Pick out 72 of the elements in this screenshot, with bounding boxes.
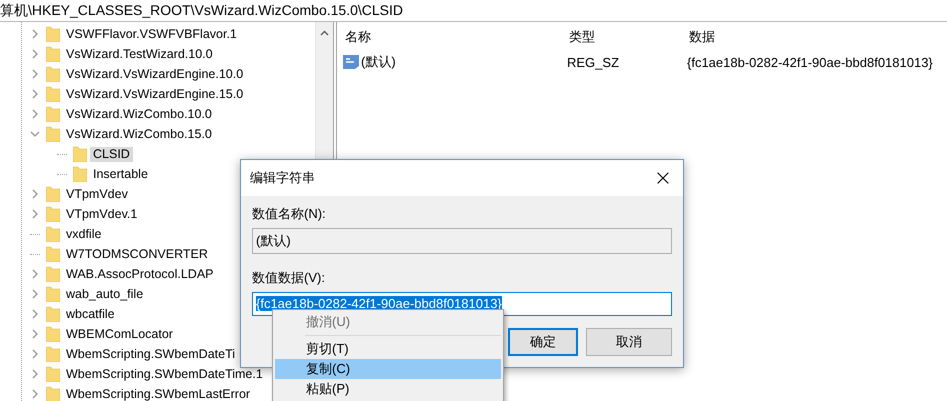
tree-item[interactable]: wab_auto_file — [63, 286, 146, 302]
field-label: 数值名称(N): — [252, 205, 327, 223]
tree-item[interactable]: Insertable — [90, 166, 151, 182]
value-name-field[interactable]: (默认) — [252, 228, 672, 254]
folder-icon — [46, 26, 60, 42]
tree-item[interactable]: VsWizard.VsWizardEngine.15.0 — [63, 86, 246, 102]
folder-icon — [46, 286, 60, 302]
folder-icon — [73, 146, 87, 162]
tree-item[interactable]: wbcatfile — [63, 306, 118, 322]
folder-icon — [46, 86, 60, 102]
folder-icon — [73, 166, 87, 182]
folder-icon — [46, 386, 60, 401]
tree-item[interactable]: W7TODMSCONVERTER — [63, 246, 211, 262]
folder-icon — [46, 126, 60, 142]
menu-item[interactable]: 剪切(T) — [275, 339, 501, 359]
folder-icon — [46, 106, 60, 122]
value-name: (默认) — [361, 53, 396, 71]
folder-icon — [46, 346, 60, 362]
collapse-chevron-icon[interactable] — [30, 129, 40, 139]
folder-icon — [46, 366, 60, 382]
folder-icon — [46, 326, 60, 342]
tree-item[interactable]: VsWizard.WizCombo.15.0 — [63, 126, 215, 142]
tree-item[interactable]: WbemScripting.SWbemDateTi — [63, 346, 238, 362]
folder-icon — [46, 186, 60, 202]
expand-chevron-icon[interactable] — [30, 49, 40, 59]
expand-chevron-icon[interactable] — [30, 189, 40, 199]
tree-item[interactable]: WbemScripting.SWbemLastError — [63, 386, 254, 401]
tree-item[interactable]: vxdfile — [63, 226, 104, 242]
tree-item[interactable]: VsWizard.VsWizardEngine.10.0 — [63, 66, 246, 82]
expand-chevron-icon[interactable] — [30, 69, 40, 79]
dialog-title: 编辑字符串 — [250, 169, 315, 187]
expand-chevron-icon[interactable] — [30, 209, 40, 219]
folder-icon — [46, 46, 60, 62]
ok-button[interactable]: 确定 — [508, 328, 578, 356]
expand-chevron-icon[interactable] — [30, 289, 40, 299]
menu-item[interactable]: 粘贴(P) — [275, 379, 501, 399]
column-header[interactable]: 类型 — [567, 28, 687, 46]
scroll-up-icon[interactable] — [320, 30, 329, 36]
tree-item[interactable]: WBEMComLocator — [63, 326, 176, 342]
tree-item[interactable]: VTpmVdev.1 — [63, 206, 140, 222]
folder-icon — [46, 66, 60, 82]
value-type: REG_SZ — [567, 54, 620, 70]
tree-item[interactable]: VsWizard.TestWizard.10.0 — [63, 46, 216, 62]
folder-icon — [46, 206, 60, 222]
value-data: {fc1ae18b-0282-42f1-90ae-bbd8f0181013} — [687, 54, 934, 70]
tree-item[interactable]: VTpmVdev — [63, 186, 131, 202]
menu-item[interactable]: 复制(C) — [275, 359, 501, 379]
column-header[interactable]: 数据 — [687, 28, 947, 46]
address-bar[interactable]: 算机\HKEY_CLASSES_ROOT\VsWizard.WizCombo.15.0\CLSID — [0, 0, 947, 22]
field-label: 数值数据(V): — [252, 269, 326, 287]
expand-chevron-icon[interactable] — [30, 109, 40, 119]
tree-item[interactable]: VsWizard.WizCombo.10.0 — [63, 106, 215, 122]
close-button[interactable]: × — [643, 160, 683, 196]
expand-chevron-icon[interactable] — [30, 89, 40, 99]
string-value-icon — [343, 54, 359, 70]
expand-chevron-icon[interactable] — [30, 329, 40, 339]
expand-chevron-icon[interactable] — [30, 389, 40, 399]
folder-icon — [46, 306, 60, 322]
folder-icon — [46, 246, 60, 262]
tree-item[interactable]: WbemScripting.SWbemDateTime.1 — [63, 366, 266, 382]
column-header[interactable]: 名称 — [343, 28, 567, 46]
expand-chevron-icon[interactable] — [30, 369, 40, 379]
expand-chevron-icon[interactable] — [30, 349, 40, 359]
folder-icon — [46, 226, 60, 242]
tree-item[interactable]: VSWFFlavor.VSWFVBFlavor.1 — [63, 26, 240, 42]
folder-icon — [46, 266, 60, 282]
expand-chevron-icon[interactable] — [30, 309, 40, 319]
cancel-button[interactable]: 取消 — [586, 328, 672, 356]
tree-item[interactable]: CLSID — [90, 146, 133, 162]
tree-item[interactable]: WAB.AssocProtocol.LDAP — [63, 266, 217, 282]
expand-chevron-icon[interactable] — [30, 269, 40, 279]
expand-chevron-icon[interactable] — [30, 29, 40, 39]
